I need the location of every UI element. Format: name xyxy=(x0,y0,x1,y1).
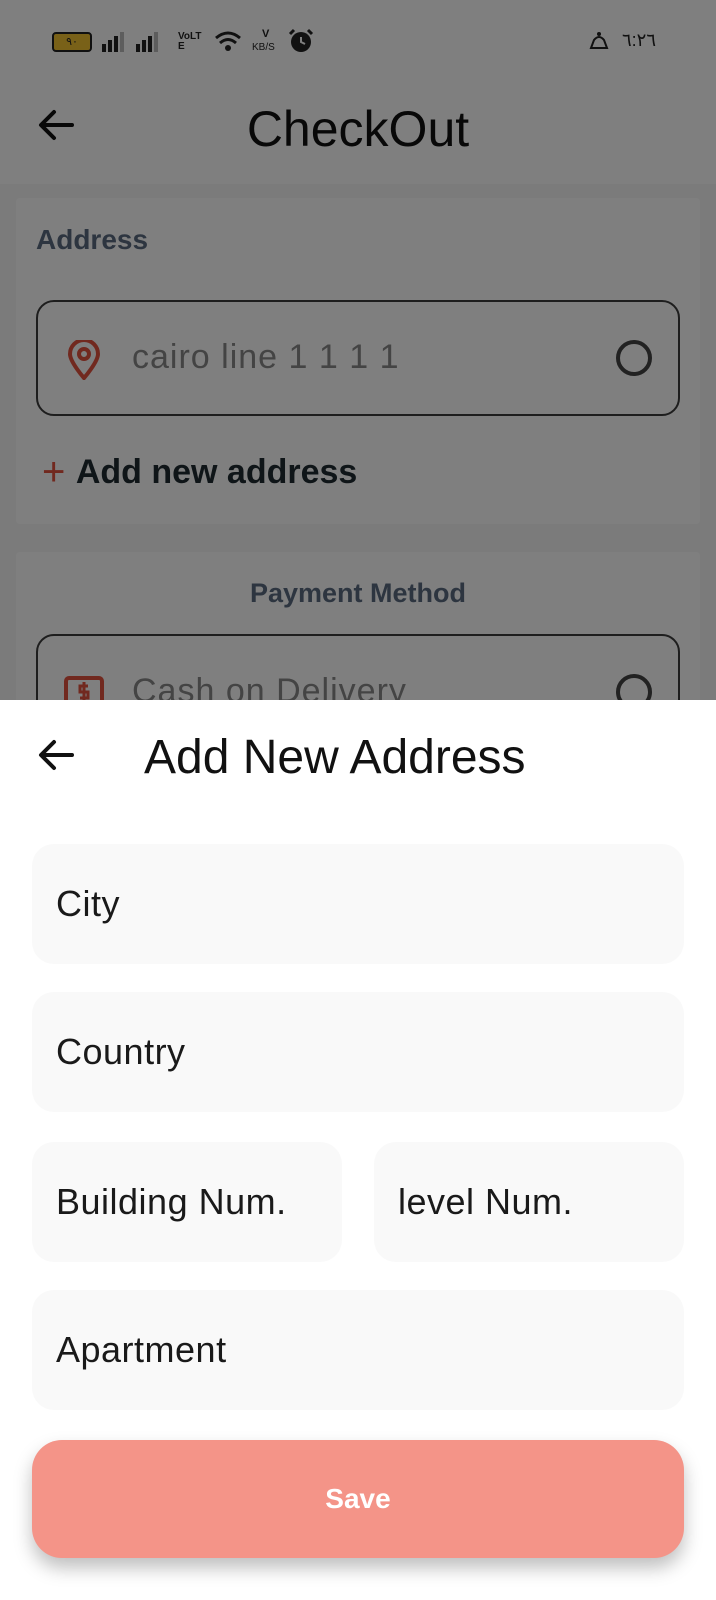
building-number-field[interactable]: Building Num. xyxy=(32,1142,342,1262)
city-field[interactable]: City xyxy=(32,844,684,964)
apartment-field[interactable]: Apartment xyxy=(32,1290,684,1410)
level-number-label: level Num. xyxy=(398,1181,574,1222)
save-button[interactable]: Save xyxy=(32,1440,684,1558)
building-number-label: Building Num. xyxy=(56,1181,287,1222)
apartment-label: Apartment xyxy=(56,1329,227,1370)
back-arrow-icon[interactable] xyxy=(36,734,78,776)
level-number-field[interactable]: level Num. xyxy=(374,1142,684,1262)
city-label: City xyxy=(56,883,120,924)
country-field[interactable]: Country xyxy=(32,992,684,1112)
country-label: Country xyxy=(56,1031,186,1072)
sheet-title: Add New Address xyxy=(144,731,526,784)
add-address-sheet: Add New Address City Country Building Nu… xyxy=(0,700,716,1600)
modal-scrim[interactable] xyxy=(0,0,716,700)
